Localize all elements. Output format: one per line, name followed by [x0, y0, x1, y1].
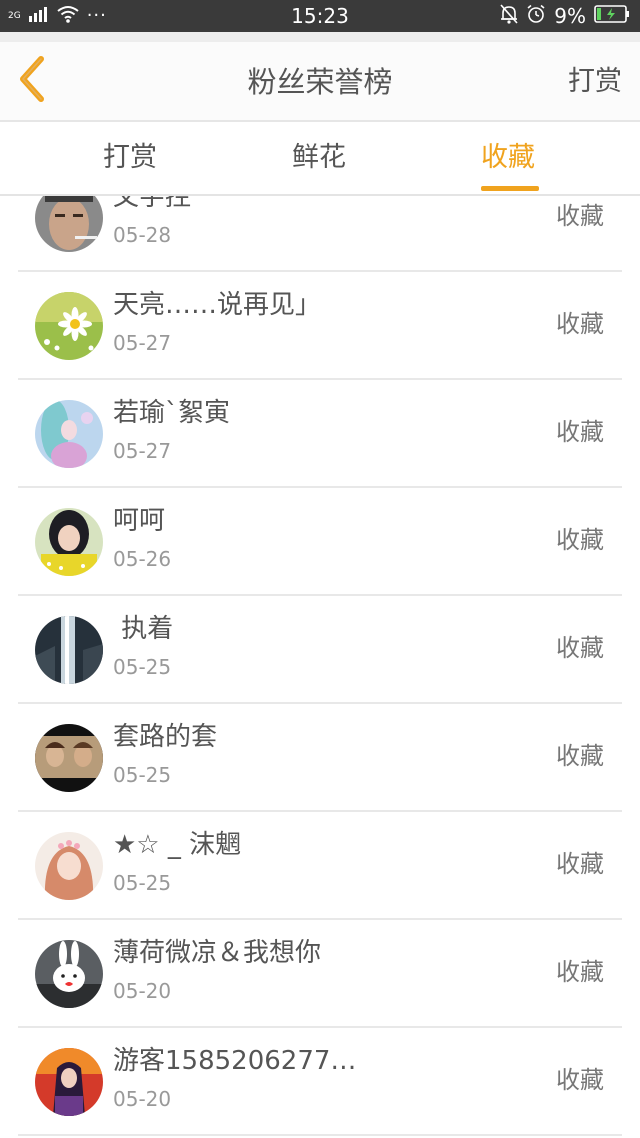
- favorite-label: 收藏: [556, 634, 604, 662]
- fan-date: 05-25: [113, 763, 172, 787]
- tab-flowers[interactable]: 鲜花: [292, 140, 346, 176]
- list-item[interactable]: 执着 05-25 收藏: [0, 596, 640, 704]
- reward-button[interactable]: 打赏: [568, 64, 622, 100]
- list-item[interactable]: 若瑜`絮寅 05-27 收藏: [0, 380, 640, 488]
- status-bar: 2G ··· 15:23 9%: [0, 0, 640, 32]
- avatar: [35, 508, 103, 576]
- fan-name: 套路的套: [113, 722, 218, 752]
- active-tab-indicator: [481, 186, 539, 191]
- avatar: [35, 1048, 103, 1116]
- status-right: 9%: [500, 4, 630, 28]
- alarm-icon: [526, 4, 546, 28]
- fan-date: 05-27: [113, 439, 172, 463]
- tab-reward[interactable]: 打赏: [103, 140, 157, 176]
- fan-name: 若瑜`絮寅: [113, 398, 231, 428]
- fan-name: ★☆ _ 沫魍: [113, 830, 242, 860]
- fan-name: 呵呵: [113, 506, 166, 536]
- fan-date: 05-25: [113, 655, 172, 679]
- favorite-label: 收藏: [556, 418, 604, 446]
- list-item[interactable]: 呵呵 05-26 收藏: [0, 488, 640, 596]
- fan-date: 05-27: [113, 331, 172, 355]
- fan-date: 05-20: [113, 979, 172, 1003]
- fan-list: 文字控 05-28 收藏 天亮……说再见」 05-27 收藏 若瑜`絮寅 05-…: [0, 196, 640, 1138]
- top-gap: [0, 32, 640, 42]
- favorite-label: 收藏: [556, 1066, 604, 1094]
- fan-date: 05-28: [113, 223, 172, 247]
- fan-name: 游客1585206277…: [113, 1046, 357, 1076]
- header: 粉丝荣誉榜 打赏: [0, 42, 640, 120]
- favorite-label: 收藏: [556, 310, 604, 338]
- list-item[interactable]: 文字控 05-28 收藏: [0, 196, 640, 272]
- avatar: [35, 940, 103, 1008]
- fan-name: 执着: [113, 612, 173, 646]
- list-item[interactable]: ★☆ _ 沫魍 05-25 收藏: [0, 812, 640, 920]
- mute-bell-icon: [500, 4, 518, 28]
- list-item[interactable]: 套路的套 05-25 收藏: [0, 704, 640, 812]
- fan-name-text: 执着: [121, 614, 174, 644]
- tab-bar: 打赏 鲜花 收藏: [0, 122, 640, 194]
- favorite-label: 收藏: [556, 742, 604, 770]
- fan-date: 05-26: [113, 547, 172, 571]
- list-item[interactable]: 游客1585206277… 05-20 收藏: [0, 1028, 640, 1136]
- avatar: [35, 292, 103, 360]
- row-divider: [18, 1134, 622, 1136]
- fan-name: 文字控: [113, 196, 192, 212]
- favorite-label: 收藏: [556, 202, 604, 230]
- battery-percent: 9%: [554, 4, 586, 28]
- avatar: [35, 616, 103, 684]
- tab-favorites[interactable]: 收藏: [481, 140, 535, 176]
- avatar: [35, 400, 103, 468]
- fan-date: 05-20: [113, 1087, 172, 1111]
- fan-name: 天亮……说再见」: [113, 290, 322, 320]
- avatar: [35, 832, 103, 900]
- list-item[interactable]: 天亮……说再见」 05-27 收藏: [0, 272, 640, 380]
- avatar: [35, 724, 103, 792]
- list-item[interactable]: 薄荷微凉＆我想你 05-20 收藏: [0, 920, 640, 1028]
- favorite-label: 收藏: [556, 850, 604, 878]
- avatar: [35, 196, 103, 252]
- page-title: 粉丝荣誉榜: [247, 65, 393, 99]
- favorite-label: 收藏: [556, 958, 604, 986]
- favorite-label: 收藏: [556, 526, 604, 554]
- fan-date: 05-25: [113, 871, 172, 895]
- fan-name: 薄荷微凉＆我想你: [113, 938, 322, 968]
- battery-charging-icon: [594, 4, 630, 28]
